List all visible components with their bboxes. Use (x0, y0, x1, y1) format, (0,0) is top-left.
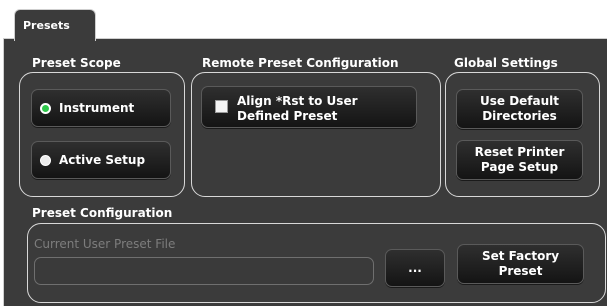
tab-presets[interactable]: Presets (14, 9, 96, 41)
instrument-radio-button[interactable]: Instrument (31, 89, 171, 127)
active-setup-label: Active Setup (59, 152, 146, 167)
current-user-preset-file-label: Current User Preset File (34, 237, 176, 251)
checkbox-icon[interactable] (215, 100, 228, 113)
align-rst-label: Align *Rst to User Defined Preset (237, 94, 358, 123)
align-rst-checkbox-button[interactable]: Align *Rst to User Defined Preset (201, 86, 417, 128)
presets-panel: Preset Scope Instrument Active Setup Rem… (3, 38, 607, 306)
preset-configuration-title: Preset Configuration (32, 206, 173, 220)
browse-button[interactable]: ... (385, 249, 445, 287)
instrument-label: Instrument (59, 100, 135, 115)
radio-unselected-icon (40, 154, 51, 166)
set-factory-preset-button[interactable]: Set Factory Preset (457, 244, 584, 284)
radio-selected-icon (40, 102, 51, 114)
current-user-preset-file-input[interactable] (34, 257, 374, 285)
preset-scope-title: Preset Scope (32, 56, 121, 70)
remote-preset-config-title: Remote Preset Configuration (202, 56, 399, 70)
global-settings-title: Global Settings (454, 56, 558, 70)
reset-printer-page-setup-button[interactable]: Reset Printer Page Setup (456, 140, 583, 180)
use-default-directories-button[interactable]: Use Default Directories (456, 89, 583, 129)
active-setup-radio-button[interactable]: Active Setup (31, 141, 171, 179)
